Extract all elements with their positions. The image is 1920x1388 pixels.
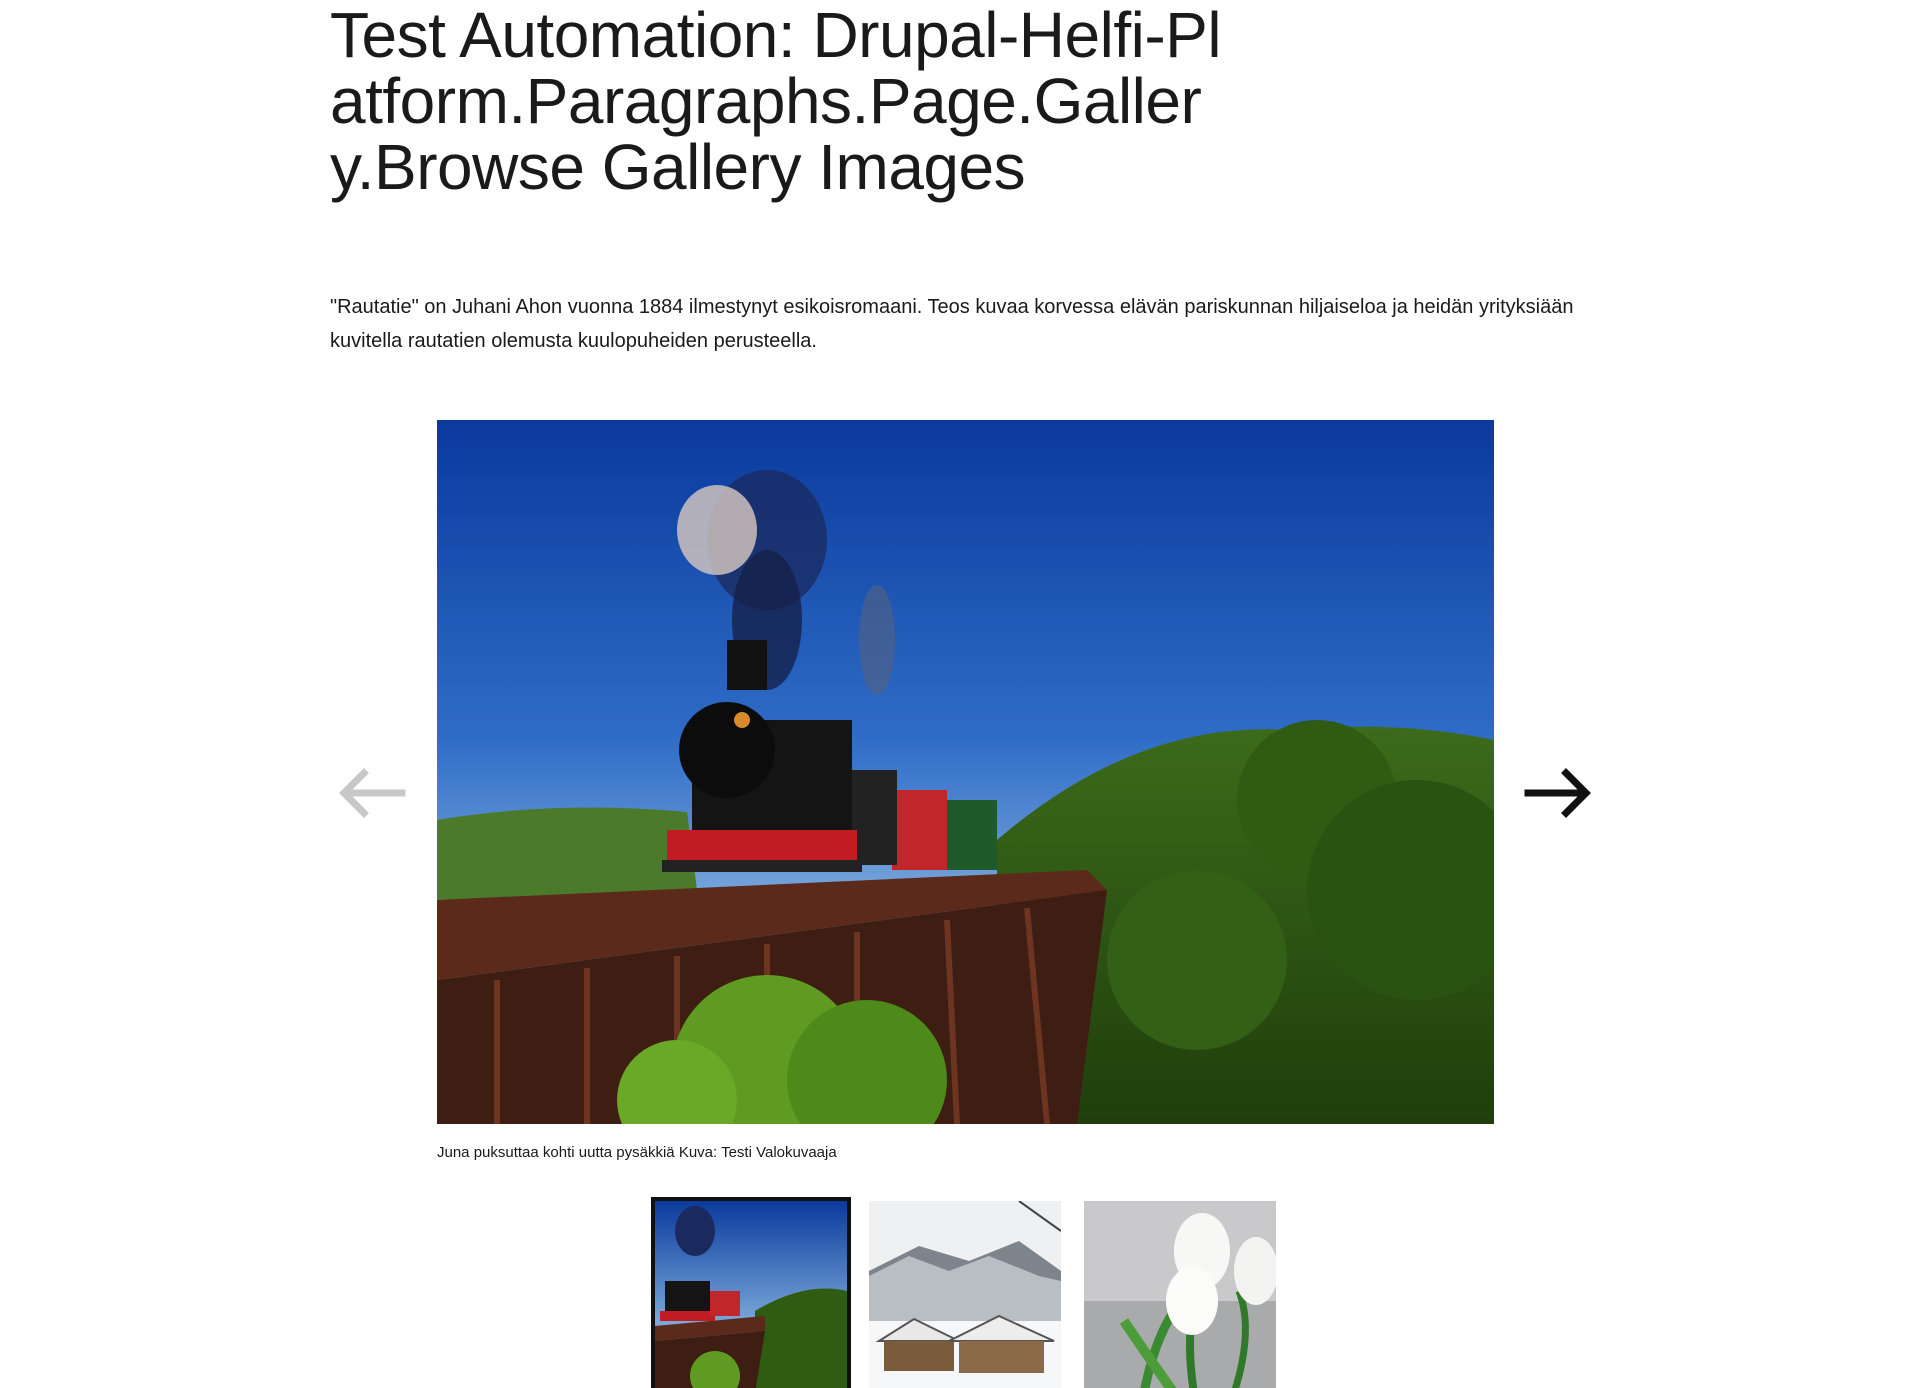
- train-thumbnail-image: [655, 1201, 847, 1388]
- page-title: Test Automation: Drupal-Helfi-Platform.P…: [330, 0, 1222, 203]
- thumbnail-tulips[interactable]: [1084, 1201, 1276, 1388]
- thumbnail-train[interactable]: [651, 1197, 851, 1388]
- tulips-thumbnail-image: [1084, 1201, 1276, 1388]
- gallery-caption: Juna puksuttaa kohti uutta pysäkkiä Kuva…: [437, 1144, 837, 1161]
- gallery-main-image: [437, 420, 1494, 1124]
- thumbnail-snowy-village[interactable]: [869, 1201, 1061, 1388]
- lead-paragraph: "Rautatie" on Juhani Ahon vuonna 1884 il…: [330, 296, 1574, 352]
- arrow-left-icon: [339, 768, 406, 818]
- gallery-next-button[interactable]: [1520, 758, 1600, 828]
- train-photo: [437, 420, 1494, 1124]
- arrow-right-icon: [1524, 768, 1591, 818]
- snowy-village-thumbnail-image: [869, 1201, 1061, 1388]
- gallery-prev-button[interactable]: [330, 758, 410, 828]
